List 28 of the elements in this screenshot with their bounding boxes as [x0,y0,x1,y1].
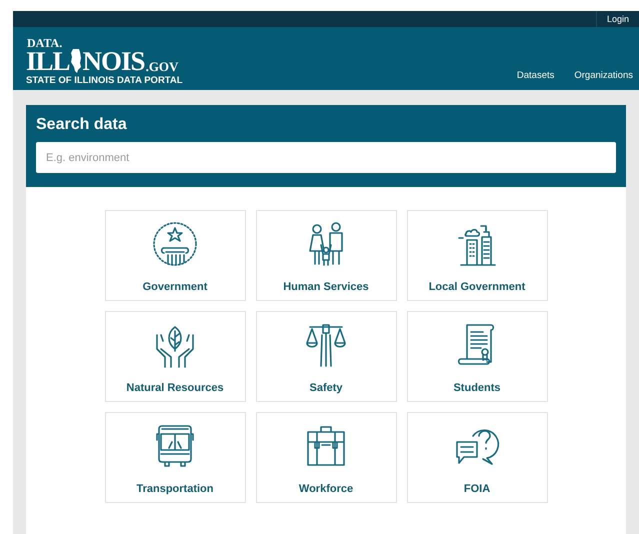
category-label: Transportation [136,482,214,497]
category-tile[interactable]: Natural Resources [104,311,246,402]
search-field[interactable]: E.g. environment [36,142,616,173]
category-label: Local Government [428,280,526,295]
category-tile[interactable]: FOIA [406,412,548,503]
category-label: Government [142,280,208,295]
category-tile[interactable]: Students [406,311,548,402]
category-tile[interactable]: Workforce [256,412,396,503]
category-label: Safety [309,381,343,396]
nav-link[interactable]: Datasets [516,68,554,83]
nav-link[interactable]: Organizations [574,68,633,83]
category-tile[interactable]: Local Government [406,210,548,301]
search-title: Search data [36,115,128,135]
logo-subtitle: STATE OF ILLINOIS DATA PORTAL [26,76,183,85]
category-label: Natural Resources [126,381,224,396]
logo-text: NOIS [82,48,145,72]
category-tile[interactable]: Human Services [256,210,396,301]
logo-text: ILL [26,48,70,72]
category-tile[interactable]: Transportation [104,412,246,503]
logo-text: DATA. [27,38,64,48]
logo-text: .GOV [146,60,178,72]
category-label: FOIA [464,482,490,497]
state-map-icon [70,48,82,72]
category-label: Workforce [298,482,354,497]
category-tile[interactable]: Safety [256,311,396,402]
category-label: Human Services [283,280,369,295]
category-tile[interactable]: Government [104,210,246,301]
category-label: Students [453,381,501,396]
